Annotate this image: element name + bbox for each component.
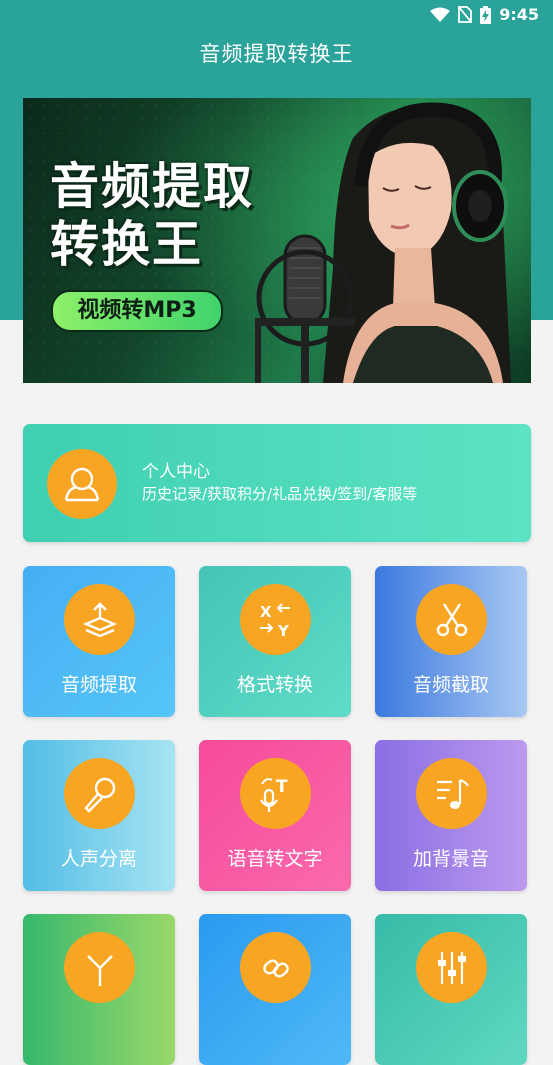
battery-charging-icon	[480, 5, 492, 24]
swap-xy-icon: X Y	[259, 603, 290, 640]
link-icon	[262, 959, 289, 977]
tool-link[interactable]	[199, 914, 351, 1065]
profile-title: 个人中心	[142, 462, 210, 482]
speech-to-text-icon: T	[259, 777, 288, 812]
no-sim-icon	[458, 6, 473, 23]
banner-title-line-2: 转换王	[50, 216, 204, 273]
tool-icon-circle	[64, 932, 135, 1003]
promo-banner[interactable]: 音频提取 转换王 视频转MP3	[23, 98, 531, 383]
status-bar: 9:45	[0, 0, 553, 32]
svg-text:X: X	[260, 603, 272, 621]
tool-icon-circle: X Y	[240, 584, 311, 655]
microphone-icon	[83, 777, 115, 813]
merge-icon	[86, 954, 113, 986]
user-icon	[64, 467, 100, 502]
profile-center-card[interactable]: 个人中心 历史记录/获取积分/礼品兑换/签到/客服等	[23, 424, 531, 542]
tool-add-background-music[interactable]: 加背景音	[375, 740, 527, 891]
extract-layers-icon	[82, 601, 117, 637]
tool-audio-extract[interactable]: 音频提取	[23, 566, 175, 717]
app-title: 音频提取转换王	[199, 42, 354, 66]
tool-equalizer[interactable]	[375, 914, 527, 1065]
tool-label: 音频提取	[60, 674, 137, 696]
tool-icon-circle	[240, 932, 311, 1003]
scissors-icon	[436, 602, 467, 636]
tool-merge[interactable]	[23, 914, 175, 1065]
tool-icon-circle	[64, 584, 135, 655]
banner-pill: 视频转MP3	[51, 290, 223, 332]
tool-icon-circle	[416, 758, 487, 829]
tool-label: 音频截取	[412, 674, 489, 696]
profile-avatar	[47, 449, 117, 519]
svg-text:Y: Y	[277, 622, 290, 640]
banner-title-line-1: 音频提取	[50, 158, 255, 215]
status-time: 9:45	[499, 5, 539, 24]
equalizer-icon	[437, 951, 466, 984]
tool-label: 人声分离	[60, 848, 137, 870]
music-note-icon	[436, 778, 469, 809]
svg-text:T: T	[276, 777, 288, 797]
wifi-icon	[430, 7, 451, 22]
tool-icon-circle: T	[240, 758, 311, 829]
tool-icon-circle	[416, 584, 487, 655]
tool-icon-circle	[64, 758, 135, 829]
tool-speech-to-text[interactable]: T 语音转文字	[199, 740, 351, 891]
banner-title: 音频提取 转换王	[50, 158, 254, 274]
profile-subtitle: 历史记录/获取积分/礼品兑换/签到/客服等	[142, 485, 418, 503]
tool-format-convert[interactable]: X Y 格式转换	[199, 566, 351, 717]
tool-label: 语音转文字	[227, 848, 323, 870]
tool-vocal-separation[interactable]: 人声分离	[23, 740, 175, 891]
tool-label: 加背景音	[412, 848, 489, 870]
tool-audio-trim[interactable]: 音频截取	[375, 566, 527, 717]
tool-icon-circle	[416, 932, 487, 1003]
tool-label: 格式转换	[236, 674, 313, 696]
